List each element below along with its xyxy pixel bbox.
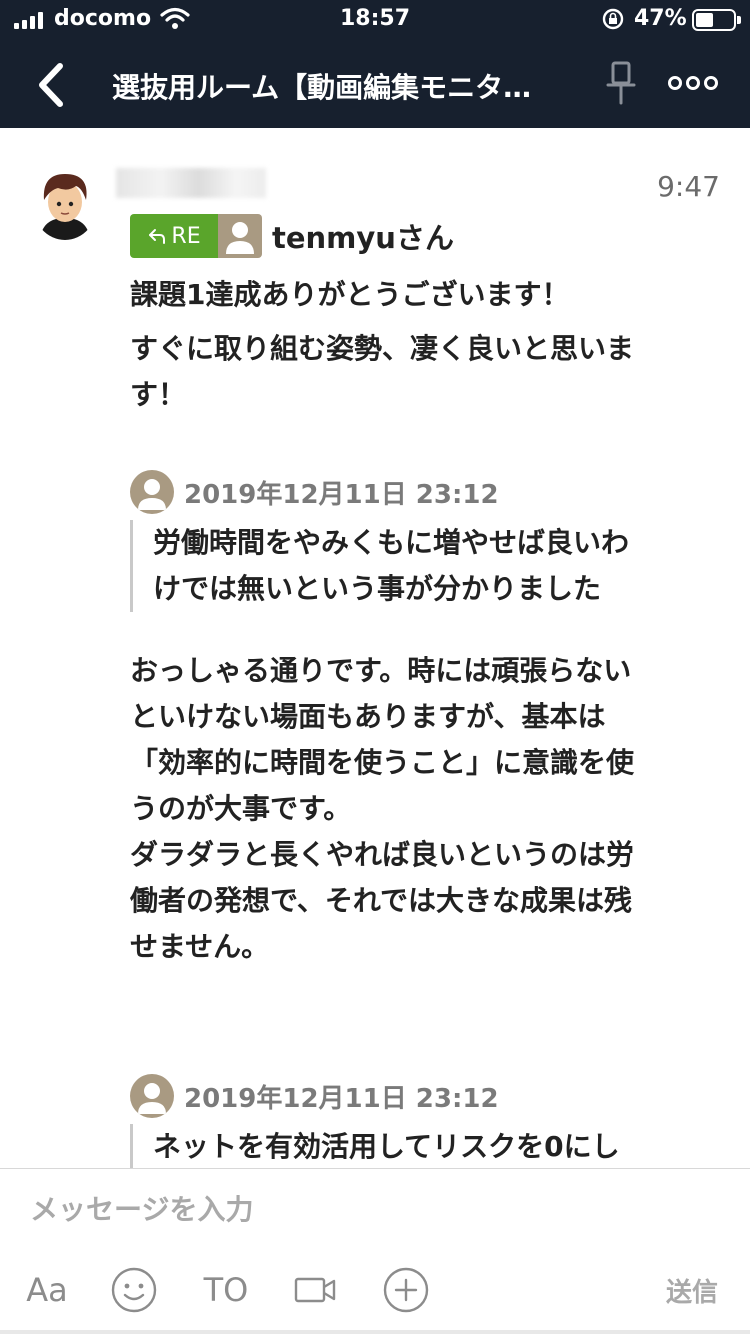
quote-body-1: 労働時間をやみくもに増やせば良いわ けでは無いという事が分かりました bbox=[130, 520, 700, 612]
text-line: すぐに取り組む姿勢、凄く良いと思いま bbox=[130, 332, 635, 365]
quote-header-2: 2019年12月11日 23:12 bbox=[130, 1074, 499, 1118]
reply-user-name: tenmyuさん bbox=[272, 221, 454, 255]
user-icon bbox=[138, 479, 166, 510]
status-bar: docomo 18:57 47% bbox=[0, 0, 750, 40]
text-line: せません。 bbox=[130, 930, 270, 963]
text-line: けでは無いという事が分かりました bbox=[153, 572, 602, 605]
reply-reference[interactable]: RE tenmyuさん bbox=[130, 214, 454, 258]
more-icon bbox=[668, 76, 682, 90]
bottom-divider bbox=[0, 1330, 750, 1334]
user-icon bbox=[226, 222, 254, 254]
message-time: 9:47 bbox=[657, 170, 720, 203]
message-paragraph-2: おっしゃる通りです。時には頑張らない といけない場面もありますが、基本は 「効率… bbox=[130, 648, 720, 970]
pin-button[interactable] bbox=[604, 60, 638, 106]
text-style-button[interactable]: Aa bbox=[22, 1265, 72, 1315]
quote-user-avatar bbox=[130, 1074, 174, 1118]
rotation-lock-icon bbox=[602, 8, 624, 30]
text-line: 労働時間をやみくもに増やせば良いわ bbox=[153, 526, 630, 559]
text-line: 「効率的に時間を使うこと」に意識を使 bbox=[130, 746, 635, 779]
send-button[interactable]: 送信 bbox=[660, 1265, 724, 1315]
quote-header-1: 2019年12月11日 23:12 bbox=[130, 470, 499, 514]
room-title: 選抜用ルーム【動画編集モニタ… bbox=[112, 71, 532, 104]
message-paragraph-1: 課題1達成ありがとうございます！ すぐに取り組む姿勢、凄く良いと思いま す！ bbox=[130, 272, 720, 418]
quote-date: 2019年12月11日 23:12 bbox=[184, 479, 499, 510]
text-line: といけない場面もありますが、基本は bbox=[130, 700, 606, 733]
battery-icon bbox=[692, 9, 741, 31]
video-icon bbox=[294, 1277, 336, 1303]
reply-arrow-icon bbox=[149, 229, 166, 244]
text-line: す！ bbox=[130, 378, 187, 411]
text-line: 働者の発想で、それでは大きな成果は残 bbox=[130, 884, 633, 917]
reply-badge: RE bbox=[130, 214, 218, 258]
emoji-button[interactable] bbox=[110, 1265, 158, 1315]
chevron-left-icon bbox=[39, 63, 63, 107]
emoji-icon bbox=[111, 1267, 157, 1313]
reply-badge-label: RE bbox=[171, 223, 201, 249]
quote-user-avatar bbox=[130, 470, 174, 514]
sender-avatar[interactable] bbox=[32, 166, 98, 240]
text-line: おっしゃる通りです。時には頑張らない bbox=[130, 654, 632, 687]
video-call-button[interactable] bbox=[292, 1265, 340, 1315]
text-line: ダラダラと長くやれば良いというのは労 bbox=[130, 838, 635, 871]
reply-user-avatar bbox=[218, 214, 262, 258]
text-line: ネットを有効活用してリスクを0にし bbox=[153, 1130, 620, 1163]
quote-date: 2019年12月11日 23:12 bbox=[184, 1083, 499, 1114]
message-input[interactable] bbox=[30, 1187, 720, 1231]
text-line: うのが大事です。 bbox=[130, 792, 352, 825]
sender-name-redacted bbox=[116, 168, 266, 198]
top-bar: docomo 18:57 47% 選抜用ルーム【動画編集モニタ… bbox=[0, 0, 750, 128]
chat-timeline[interactable]: 9:47 RE tenmyuさん 課題1達成ありがとうございます！ すぐに取り組… bbox=[0, 128, 750, 1168]
to-mention-button[interactable]: TO bbox=[200, 1265, 252, 1315]
chat-header: 選抜用ルーム【動画編集モニタ… bbox=[0, 40, 750, 128]
text-line: 課題1達成ありがとうございます！ bbox=[130, 278, 570, 311]
add-attachment-button[interactable] bbox=[382, 1265, 430, 1315]
quote-body-2: ネットを有効活用してリスクを0にし bbox=[130, 1124, 700, 1168]
plus-icon bbox=[383, 1267, 429, 1313]
user-icon bbox=[138, 1083, 166, 1114]
battery-percent: 47% bbox=[634, 6, 687, 31]
back-button[interactable] bbox=[30, 60, 76, 110]
composer-toolbar: Aa TO 送信 bbox=[0, 1265, 750, 1315]
message-composer: Aa TO 送信 bbox=[0, 1168, 750, 1334]
pin-icon bbox=[606, 61, 636, 105]
more-button[interactable] bbox=[668, 70, 720, 96]
